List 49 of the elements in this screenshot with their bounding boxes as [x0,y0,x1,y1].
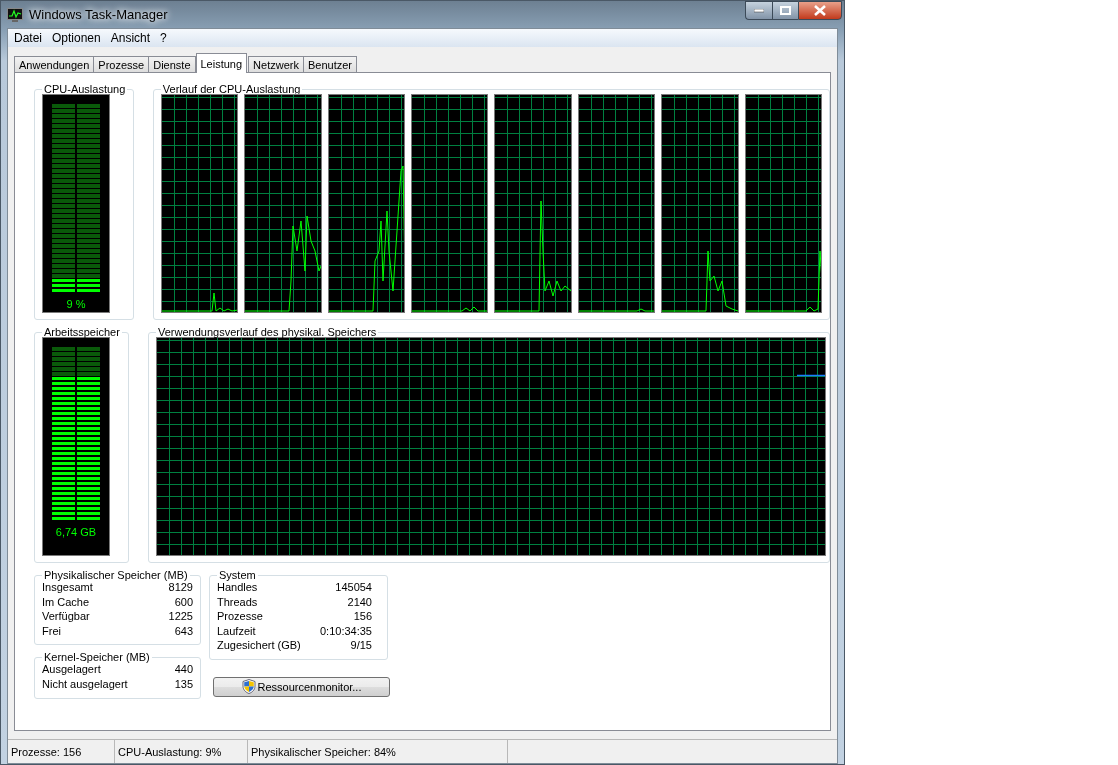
menu-item[interactable]: Optionen [47,29,106,47]
cpu-usage-reading: 9 % [66,296,86,312]
stat-label: Frei [42,623,61,639]
stat-value: 600 [174,594,193,610]
monitor-icon [7,7,23,22]
stat-label: Verfügbar [42,609,90,624]
close-button[interactable] [798,1,842,20]
menu-item[interactable]: Ansicht [105,29,156,47]
group-title: CPU-Auslastung [43,83,127,95]
stat-label: Handles [217,581,258,595]
status-text: Prozesse: 156 [8,740,115,763]
minimize-button[interactable] [745,1,772,20]
stat-value: 440 [174,662,193,677]
stat-value: 0:10:34:35 [320,623,372,639]
group-title: Verwendungsverlauf des physikal. Speichers [157,326,378,338]
stat-label: Zugesichert (GB) [217,638,301,653]
group-title: Verlauf der CPU-Auslastung [161,83,302,95]
stat-label: Im Cache [42,594,90,610]
stat-value: 2140 [347,594,372,610]
menu-item[interactable]: ? [155,29,172,47]
group-title: Kernel-Speicher (MB) [43,651,151,664]
stat-value: 643 [174,623,193,639]
status-text: CPU-Auslastung: 9% [115,740,248,763]
stat-label: Threads [217,594,258,610]
group-title: Arbeitsspeicher [43,326,121,338]
status-text: Physikalischer Speicher: 84% [248,740,508,763]
stat-value: 156 [353,609,372,624]
tab[interactable]: Leistung [195,53,248,73]
shield-icon [241,679,256,695]
maximize-button[interactable] [772,1,798,20]
stat-label: Ausgelagert [42,663,101,677]
memory-usage-reading: 6,74 GB [55,525,97,540]
group-title: System [218,569,257,581]
stat-value: 1225 [168,609,193,624]
stat-label: Prozesse [217,609,263,624]
close-icon [814,5,826,16]
group-title: Physikalischer Speicher (MB) [43,569,189,581]
stat-label: Laufzeit [217,623,256,639]
minimize-icon [754,8,764,13]
stat-value: 8129 [168,581,193,595]
stat-value: 135 [174,676,193,692]
resource-monitor-button[interactable]: Ressourcenmonitor... [213,676,390,697]
window-title: Windows Task-Manager [29,5,168,24]
stat-value: 145054 [335,580,372,595]
stat-label: Nicht ausgelagert [42,676,128,692]
stat-value: 9/15 [350,638,372,653]
menu-item[interactable]: Datei [9,29,47,47]
maximize-icon [780,6,791,15]
stat-label: Insgesamt [42,581,93,595]
